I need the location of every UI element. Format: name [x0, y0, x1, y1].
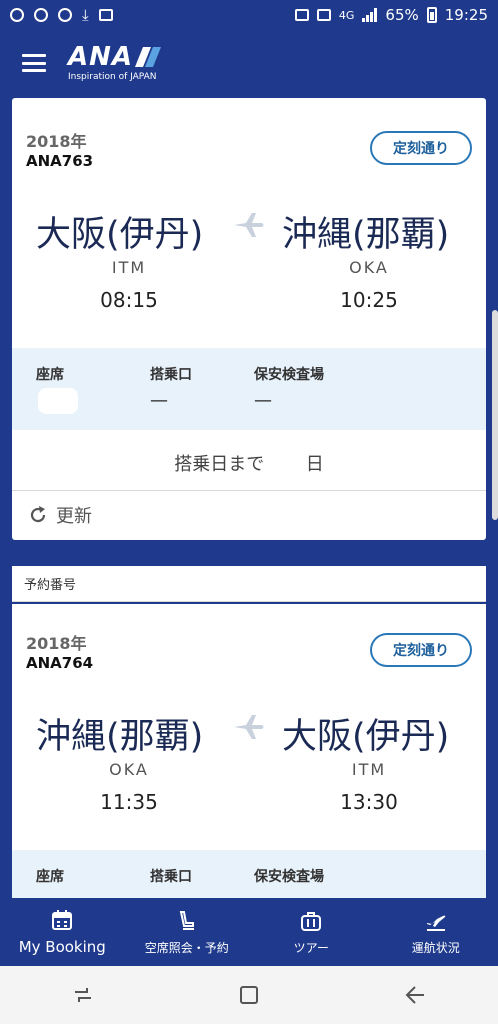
ana-logo: ANA Inspiration of JAPAN: [68, 44, 163, 82]
nav-label: ツアー: [293, 940, 329, 955]
flight-number: ANA764: [26, 654, 94, 672]
plane-departure-icon: [426, 915, 445, 931]
suitcase-icon: [301, 911, 322, 931]
flight-status-badge: 定刻通り: [370, 633, 472, 667]
image-icon: [294, 9, 309, 21]
scrollbar[interactable]: [492, 310, 498, 520]
boarding-info: 座席 搭乗口 保安検査場: [12, 850, 486, 898]
home-icon: [240, 986, 258, 1004]
booking-list[interactable]: 2018年 ANA763 定刻通り 大阪(伊丹) 沖縄(那覇) ITM OKA …: [0, 96, 498, 898]
bottom-nav: My Booking 空席照会・予約 ツアー 運航状況: [0, 898, 498, 966]
app-header: ANA Inspiration of JAPAN: [0, 30, 498, 96]
arrival-city: 沖縄(那覇): [282, 215, 450, 255]
logo-stripes-icon: [135, 47, 162, 67]
battery-icon: [426, 7, 437, 23]
airplane-icon: [234, 213, 264, 237]
key-icon: [58, 8, 72, 22]
departure-time: 08:15: [100, 288, 158, 312]
recent-apps-icon: [75, 988, 91, 1002]
countdown-unit: 日: [305, 454, 324, 475]
airplane-icon: [234, 715, 264, 739]
status-bar: ⤓ 4G 65% 19:25: [0, 0, 498, 30]
refresh-label: 更新: [56, 506, 92, 527]
arrival-city: 大阪(伊丹): [282, 717, 450, 757]
departure-time: 11:35: [100, 790, 158, 814]
departure-code: OKA: [109, 760, 149, 779]
arrival-time: 13:30: [340, 790, 398, 814]
flight-year: 2018年: [26, 132, 87, 151]
arrival-time: 10:25: [340, 288, 398, 312]
reservation-number: 予約番号: [12, 566, 486, 602]
back-button[interactable]: [400, 980, 430, 1010]
security-value: —: [254, 390, 272, 411]
gate-label: 搭乗口: [150, 869, 192, 885]
download-icon: ⤓: [82, 6, 89, 24]
security-label: 保安検査場: [254, 367, 324, 383]
seat-label: 座席: [36, 869, 64, 885]
logo-tagline: Inspiration of JAPAN: [68, 72, 157, 82]
nav-seat-reservation[interactable]: 空席照会・予約: [125, 898, 250, 966]
gate-label: 搭乗口: [150, 367, 192, 383]
flight-number: ANA763: [26, 152, 94, 170]
refresh-icon: [30, 506, 46, 523]
reservation-label: 予約番号: [24, 578, 77, 593]
nav-tour[interactable]: ツアー: [249, 898, 374, 966]
status-right-icons: 4G 65% 19:25: [294, 6, 488, 24]
security-label: 保安検査場: [254, 869, 324, 885]
battery-percent: 65%: [385, 6, 419, 24]
seat-label: 座席: [36, 367, 64, 383]
refresh-button[interactable]: 更新: [28, 502, 92, 528]
home-button[interactable]: [234, 980, 264, 1010]
phone-icon: [34, 8, 48, 22]
camera-icon: [10, 8, 24, 22]
boarding-info: 座席 搭乗口 — 保安検査場 —: [12, 348, 486, 430]
logo-text: ANA: [68, 42, 134, 72]
arrival-code: OKA: [349, 258, 389, 277]
seat-icon: [179, 910, 194, 930]
departure-code: ITM: [111, 258, 147, 277]
nav-flight-status[interactable]: 運航状況: [374, 898, 498, 966]
countdown: 搭乗日まで 日: [12, 450, 486, 476]
flight-card[interactable]: 2018年 ANA764 定刻通り 沖縄(那覇) 大阪(伊丹) OKA ITM …: [12, 604, 486, 898]
departure-city: 大阪(伊丹): [36, 215, 204, 255]
recent-apps-button[interactable]: [68, 980, 98, 1010]
flight-year: 2018年: [26, 634, 87, 653]
departure-city: 沖縄(那覇): [36, 717, 204, 757]
system-nav-bar: [0, 966, 498, 1024]
flight-card[interactable]: 2018年 ANA763 定刻通り 大阪(伊丹) 沖縄(那覇) ITM OKA …: [12, 98, 486, 540]
nav-label: My Booking: [18, 938, 106, 956]
vibrate-icon: [316, 9, 331, 21]
arrival-code: ITM: [351, 760, 387, 779]
clock: 19:25: [444, 6, 488, 24]
divider: [12, 490, 486, 491]
menu-icon[interactable]: [22, 54, 46, 72]
countdown-text: 搭乗日まで: [174, 454, 265, 475]
calendar-icon: [52, 910, 73, 930]
gate-value: —: [150, 390, 168, 411]
nav-label: 運航状況: [411, 940, 460, 955]
nav-my-booking[interactable]: My Booking: [0, 898, 125, 966]
seat-value: [38, 388, 78, 414]
nav-label: 空席照会・予約: [144, 940, 229, 955]
bag-icon: [98, 9, 113, 21]
network-type: 4G: [338, 8, 355, 22]
status-left-icons: ⤓: [10, 6, 113, 24]
flight-status-badge: 定刻通り: [370, 131, 472, 165]
back-icon: [405, 986, 424, 1004]
signal-icon: [362, 8, 378, 22]
